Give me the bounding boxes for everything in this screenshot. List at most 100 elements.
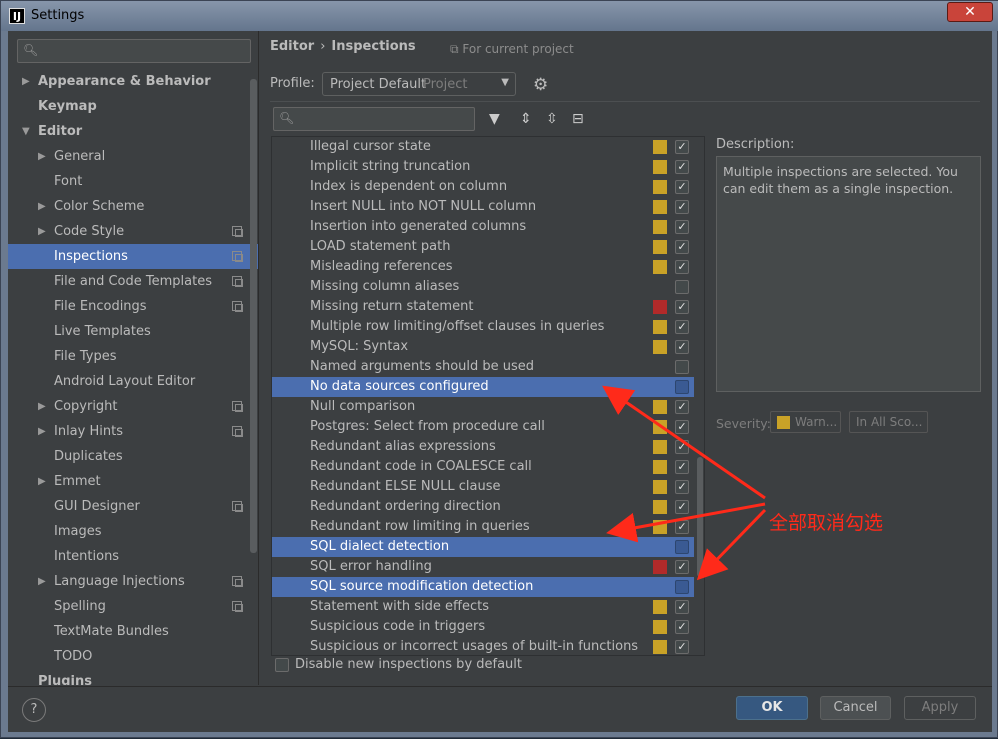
inspection-checkbox[interactable]: ✓	[675, 560, 689, 574]
list-scrollbar[interactable]	[697, 457, 703, 577]
sidebar-item-todo[interactable]: TODO	[8, 644, 258, 669]
inspection-row[interactable]: Named arguments should be used	[272, 357, 694, 377]
inspection-checkbox[interactable]: ✓	[675, 620, 689, 634]
sidebar-item-emmet[interactable]: ▶ Emmet	[8, 469, 258, 494]
sidebar-item-language-injections[interactable]: ▶ Language Injections	[8, 569, 258, 594]
close-button[interactable]: ✕	[947, 2, 993, 22]
inspection-row[interactable]: SQL source modification detection	[272, 577, 694, 597]
sidebar-item-duplicates[interactable]: Duplicates	[8, 444, 258, 469]
inspection-checkbox[interactable]: ✓	[675, 220, 689, 234]
inspection-checkbox[interactable]: ✓	[675, 320, 689, 334]
sidebar-item-font[interactable]: Font	[8, 169, 258, 194]
scope-dropdown[interactable]: In All Sco...	[849, 411, 928, 433]
inspection-checkbox[interactable]: ✓	[675, 400, 689, 414]
inspection-row[interactable]: MySQL: Syntax ✓	[272, 337, 694, 357]
chevron-right-icon[interactable]: ▶	[38, 194, 46, 219]
cancel-button[interactable]: Cancel	[820, 696, 891, 720]
sidebar-item-color-scheme[interactable]: ▶ Color Scheme	[8, 194, 258, 219]
inspection-checkbox[interactable]	[675, 580, 689, 594]
inspection-row[interactable]: SQL error handling ✓	[272, 557, 694, 577]
disable-new-inspections-checkbox[interactable]	[275, 658, 289, 672]
inspection-checkbox[interactable]: ✓	[675, 200, 689, 214]
inspection-checkbox[interactable]: ✓	[675, 160, 689, 174]
inspection-checkbox[interactable]: ✓	[675, 180, 689, 194]
ok-button[interactable]: OK	[736, 696, 808, 720]
settings-search-input[interactable]: 🔍︎	[17, 39, 251, 63]
inspection-row[interactable]: Redundant ordering direction ✓	[272, 497, 694, 517]
sidebar-item-file-encodings[interactable]: File Encodings	[8, 294, 258, 319]
inspection-row[interactable]: Statement with side effects ✓	[272, 597, 694, 617]
inspection-row[interactable]: Redundant row limiting in queries ✓	[272, 517, 694, 537]
chevron-right-icon[interactable]: ▶	[38, 569, 46, 594]
sidebar-item-general[interactable]: ▶ General	[8, 144, 258, 169]
chevron-right-icon[interactable]: ▶	[38, 419, 46, 444]
inspection-row[interactable]: Insertion into generated columns ✓	[272, 217, 694, 237]
inspection-checkbox[interactable]	[675, 360, 689, 374]
sidebar-item-editor[interactable]: ▼ Editor	[8, 119, 258, 144]
inspection-row[interactable]: Redundant alias expressions ✓	[272, 437, 694, 457]
inspection-row[interactable]: Illegal cursor state ✓	[272, 137, 694, 157]
inspection-checkbox[interactable]: ✓	[675, 520, 689, 534]
severity-dropdown[interactable]: Warn...	[770, 411, 841, 433]
inspection-checkbox[interactable]: ✓	[675, 600, 689, 614]
chevron-down-icon[interactable]: ▼	[22, 119, 30, 144]
inspection-checkbox[interactable]: ✓	[675, 240, 689, 254]
sidebar-item-file-and-code-templates[interactable]: File and Code Templates	[8, 269, 258, 294]
inspection-row[interactable]: Redundant ELSE NULL clause ✓	[272, 477, 694, 497]
inspection-checkbox[interactable]	[675, 540, 689, 554]
inspection-row[interactable]: Missing return statement ✓	[272, 297, 694, 317]
inspection-row[interactable]: Null comparison ✓	[272, 397, 694, 417]
collapse-all-icon[interactable]: ⇳	[546, 111, 558, 127]
chevron-right-icon[interactable]: ▶	[22, 69, 30, 94]
inspection-checkbox[interactable]: ✓	[675, 500, 689, 514]
inspection-checkbox[interactable]	[675, 280, 689, 294]
inspection-row[interactable]: Misleading references ✓	[272, 257, 694, 277]
inspection-row[interactable]: SQL dialect detection	[272, 537, 694, 557]
inspection-row[interactable]: LOAD statement path ✓	[272, 237, 694, 257]
chevron-right-icon[interactable]: ▶	[38, 394, 46, 419]
sidebar-item-plugins[interactable]: Plugins	[8, 669, 258, 685]
filter-icon[interactable]: ▼	[489, 111, 500, 127]
inspection-checkbox[interactable]: ✓	[675, 460, 689, 474]
sidebar-item-code-style[interactable]: ▶ Code Style	[8, 219, 258, 244]
sidebar-item-file-types[interactable]: File Types	[8, 344, 258, 369]
apply-button[interactable]: Apply	[904, 696, 976, 720]
inspection-row[interactable]: Insert NULL into NOT NULL column ✓	[272, 197, 694, 217]
inspection-checkbox[interactable]: ✓	[675, 480, 689, 494]
reset-icon[interactable]: ⊟	[572, 111, 584, 127]
expand-all-icon[interactable]: ⇕	[520, 111, 532, 127]
inspections-search-input[interactable]: 🔍︎	[273, 107, 475, 131]
inspection-row[interactable]: Redundant code in COALESCE call ✓	[272, 457, 694, 477]
chevron-right-icon[interactable]: ▶	[38, 219, 46, 244]
inspection-checkbox[interactable]: ✓	[675, 140, 689, 154]
profile-dropdown[interactable]: Project Default Project ▼	[322, 72, 516, 96]
inspection-row[interactable]: Multiple row limiting/offset clauses in …	[272, 317, 694, 337]
inspection-checkbox[interactable]: ✓	[675, 420, 689, 434]
inspection-checkbox[interactable]: ✓	[675, 340, 689, 354]
sidebar-item-textmate-bundles[interactable]: TextMate Bundles	[8, 619, 258, 644]
inspection-row[interactable]: Suspicious or incorrect usages of built-…	[272, 637, 694, 655]
sidebar-item-live-templates[interactable]: Live Templates	[8, 319, 258, 344]
sidebar-item-keymap[interactable]: Keymap	[8, 94, 258, 119]
sidebar-scrollbar[interactable]	[250, 79, 257, 553]
inspection-row[interactable]: Implicit string truncation ✓	[272, 157, 694, 177]
sidebar-item-images[interactable]: Images	[8, 519, 258, 544]
inspection-checkbox[interactable]: ✓	[675, 260, 689, 274]
inspection-checkbox[interactable]: ✓	[675, 440, 689, 454]
sidebar-item-intentions[interactable]: Intentions	[8, 544, 258, 569]
inspection-checkbox[interactable]	[675, 380, 689, 394]
inspection-checkbox[interactable]: ✓	[675, 640, 689, 654]
help-button[interactable]: ?	[22, 698, 46, 722]
inspection-row[interactable]: Index is dependent on column ✓	[272, 177, 694, 197]
inspection-row[interactable]: No data sources configured	[272, 377, 694, 397]
inspection-row[interactable]: Suspicious code in triggers ✓	[272, 617, 694, 637]
sidebar-item-appearance-behavior[interactable]: ▶ Appearance & Behavior	[8, 69, 258, 94]
inspection-checkbox[interactable]: ✓	[675, 300, 689, 314]
inspection-row[interactable]: Postgres: Select from procedure call ✓	[272, 417, 694, 437]
sidebar-item-android-layout-editor[interactable]: Android Layout Editor	[8, 369, 258, 394]
sidebar-item-copyright[interactable]: ▶ Copyright	[8, 394, 258, 419]
sidebar-item-inspections[interactable]: Inspections	[8, 244, 258, 269]
sidebar-item-spelling[interactable]: Spelling	[8, 594, 258, 619]
chevron-right-icon[interactable]: ▶	[38, 469, 46, 494]
chevron-right-icon[interactable]: ▶	[38, 144, 46, 169]
